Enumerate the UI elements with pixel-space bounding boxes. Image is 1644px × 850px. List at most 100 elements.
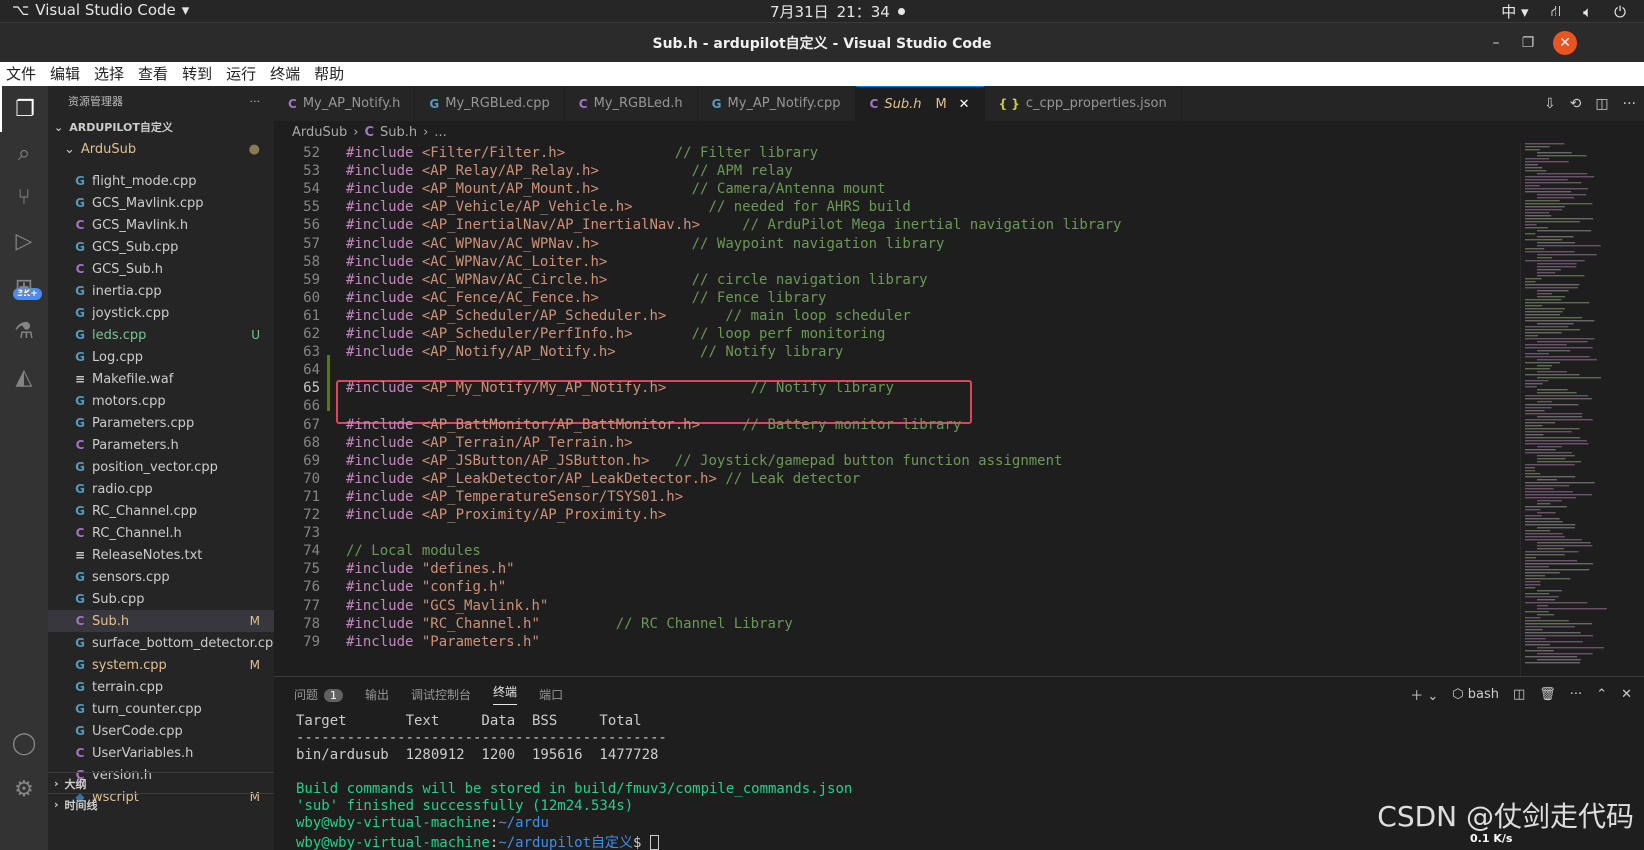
file-item[interactable]: Gsurface_bottom_detector.cpp bbox=[48, 632, 274, 654]
maximize-panel-icon[interactable]: ⌃ bbox=[1596, 687, 1607, 702]
file-item[interactable]: C UserVariables.h bbox=[48, 742, 274, 764]
open-changes-icon[interactable]: ⟲ bbox=[1570, 96, 1582, 112]
minimize-button[interactable]: – bbox=[1484, 31, 1508, 55]
add-terminal-icon[interactable]: ＋ ⌄ bbox=[1410, 685, 1438, 704]
menu-run[interactable]: 运行 bbox=[220, 62, 262, 86]
code-editor[interactable]: 52 #include <Filter/Filter.h> // Filter l… bbox=[274, 143, 1520, 676]
tab-my-rgbled-h[interactable]: C My_RGBLed.h bbox=[565, 86, 698, 121]
network-icon[interactable]: ⛙ bbox=[1551, 2, 1562, 22]
run-debug-icon[interactable]: ▷ bbox=[0, 218, 48, 264]
file-item[interactable]: C GCS_Mavlink.h bbox=[48, 214, 274, 236]
maximize-button[interactable]: ❐ bbox=[1516, 31, 1540, 55]
file-item[interactable]: G Sub.cpp bbox=[48, 588, 274, 610]
file-item[interactable]: Gmotors.cpp bbox=[48, 390, 274, 412]
source-control-icon[interactable]: ⑂ bbox=[0, 174, 48, 220]
file-item[interactable]: G GCS_Mavlink.cpp bbox=[48, 192, 274, 214]
tab-c-cpp-properties-json[interactable]: { } c_cpp_properties.json bbox=[985, 86, 1182, 121]
minimap-line bbox=[1537, 272, 1556, 274]
file-item[interactable]: Gradio.cpp bbox=[48, 478, 274, 500]
breadcrumb-folder[interactable]: ArduSub bbox=[292, 125, 347, 140]
settings-gear-icon[interactable]: ⚙ bbox=[0, 766, 48, 812]
file-item[interactable]: G RC_Channel.cpp bbox=[48, 500, 274, 522]
file-item[interactable]: C Parameters.h bbox=[48, 434, 274, 456]
breadcrumb-file[interactable]: Sub.h bbox=[380, 125, 417, 140]
split-terminal-icon[interactable]: ◫ bbox=[1513, 687, 1525, 702]
file-item[interactable]: Gsensors.cpp bbox=[48, 566, 274, 588]
terminal-shell[interactable]: ⬡ bash bbox=[1452, 687, 1499, 702]
search-icon[interactable]: ⌕ bbox=[0, 130, 48, 176]
tab-my-rgbled-cpp[interactable]: G My_RGBLed.cpp bbox=[415, 86, 565, 121]
os-app-menu[interactable]: ⌥ Visual Studio Code ▾ bbox=[12, 1, 189, 19]
code-line: 53 #include <AP_Relay/AP_Relay.h> // APM … bbox=[274, 163, 1520, 182]
minimap-line bbox=[1525, 161, 1569, 163]
tab-terminal[interactable]: 终端 bbox=[493, 683, 518, 705]
file-item[interactable]: G Parameters.cpp bbox=[48, 412, 274, 434]
outline-section[interactable]: › 大纲 bbox=[48, 772, 274, 794]
menu-edit[interactable]: 编辑 bbox=[44, 62, 86, 86]
cpp-file-icon: G bbox=[75, 306, 85, 320]
file-item[interactable]: Gposition_vector.cpp bbox=[48, 456, 274, 478]
account-icon[interactable]: ◯ bbox=[0, 720, 48, 766]
menu-help[interactable]: 帮助 bbox=[308, 62, 350, 86]
compare-icon[interactable]: ⇩ bbox=[1544, 96, 1556, 112]
terminal-output[interactable]: Target Text Data BSS Total -------------… bbox=[296, 713, 852, 850]
minimap-line bbox=[1537, 614, 1555, 616]
file-item[interactable]: Gterrain.cpp bbox=[48, 676, 274, 698]
workspace-root[interactable]: ⌄ ARDUPILOT自定义 bbox=[48, 116, 274, 138]
cpp-file-icon: G bbox=[75, 460, 85, 474]
timeline-section[interactable]: › 时间线 bbox=[48, 793, 274, 815]
file-item[interactable]: G Log.cpp bbox=[48, 346, 274, 368]
file-item[interactable]: C Sub.h M bbox=[48, 610, 274, 632]
tab-my-ap-notify-cpp[interactable]: G My_AP_Notify.cpp bbox=[698, 86, 856, 121]
power-icon[interactable]: ⏻ bbox=[1614, 3, 1626, 21]
file-item[interactable]: G UserCode.cpp bbox=[48, 720, 274, 742]
tab-output[interactable]: 输出 bbox=[365, 686, 389, 703]
close-tab-icon[interactable]: ✕ bbox=[959, 97, 970, 112]
tab-sub-h[interactable]: C Sub.h M ✕ bbox=[855, 86, 985, 121]
file-item[interactable]: Gturn_counter.cpp bbox=[48, 698, 274, 720]
file-item[interactable]: Gjoystick.cpp bbox=[48, 302, 274, 324]
menu-terminal[interactable]: 终端 bbox=[264, 62, 306, 86]
file-item[interactable]: ≡ Makefile.waf bbox=[48, 368, 274, 390]
folder-ardusub[interactable]: ⌄ ArduSub ● bbox=[48, 138, 274, 160]
close-window-button[interactable]: ✕ bbox=[1553, 31, 1577, 55]
explorer-icon[interactable]: ❐ bbox=[0, 86, 48, 132]
file-item[interactable]: G GCS_Sub.cpp bbox=[48, 236, 274, 258]
tab-debug-console[interactable]: 调试控制台 bbox=[411, 686, 471, 703]
file-name: position_vector.cpp bbox=[92, 459, 218, 475]
file-item[interactable]: C RC_Channel.h bbox=[48, 522, 274, 544]
cpp-file-icon: G bbox=[75, 284, 85, 298]
remote-explorer-icon[interactable]: ◭ bbox=[0, 354, 48, 400]
file-item[interactable]: Ginertia.cpp bbox=[48, 280, 274, 302]
extensions-icon[interactable]: ⊞ bbox=[0, 264, 48, 310]
minimap[interactable] bbox=[1520, 143, 1644, 676]
more-actions-icon[interactable]: ··· bbox=[1570, 687, 1582, 702]
minimap-line bbox=[1525, 452, 1572, 454]
menu-selection[interactable]: 选择 bbox=[88, 62, 130, 86]
os-clock[interactable]: 7月31日 21：34 bbox=[770, 1, 905, 22]
file-item[interactable]: Gleds.cpp U bbox=[48, 324, 274, 346]
tab-problems[interactable]: 问题 1 bbox=[294, 686, 344, 703]
tab-my-ap-notify-h[interactable]: C My_AP_Notify.h bbox=[274, 86, 416, 121]
testing-icon[interactable]: ⚗ bbox=[0, 308, 48, 354]
file-item[interactable]: C GCS_Sub.h bbox=[48, 258, 274, 280]
file-item[interactable]: Gflight_mode.cpp bbox=[48, 170, 274, 192]
volume-icon[interactable]: 🔈︎ bbox=[1583, 3, 1592, 21]
minimap-line bbox=[1537, 341, 1588, 343]
tab-ports[interactable]: 端口 bbox=[539, 686, 563, 703]
menu-file[interactable]: 文件 bbox=[0, 62, 42, 86]
menu-view[interactable]: 查看 bbox=[132, 62, 174, 86]
split-editor-icon[interactable]: ◫ bbox=[1595, 96, 1608, 112]
trash-icon[interactable]: 🗑︎ bbox=[1539, 687, 1556, 702]
ime-indicator[interactable]: 中 ▾ bbox=[1501, 1, 1528, 22]
menu-go[interactable]: 转到 bbox=[176, 62, 218, 86]
file-item[interactable]: ≡ ReleaseNotes.txt bbox=[48, 544, 274, 566]
close-panel-icon[interactable]: ✕ bbox=[1621, 687, 1632, 702]
breadcrumb-symbol[interactable]: ... bbox=[434, 125, 446, 140]
minimap-line bbox=[1537, 389, 1568, 391]
more-actions-icon[interactable]: ··· bbox=[1623, 96, 1636, 112]
code-token: #include bbox=[346, 181, 414, 198]
explorer-more-button[interactable]: ··· bbox=[250, 95, 261, 108]
file-item[interactable]: Gsystem.cpp M bbox=[48, 654, 274, 676]
